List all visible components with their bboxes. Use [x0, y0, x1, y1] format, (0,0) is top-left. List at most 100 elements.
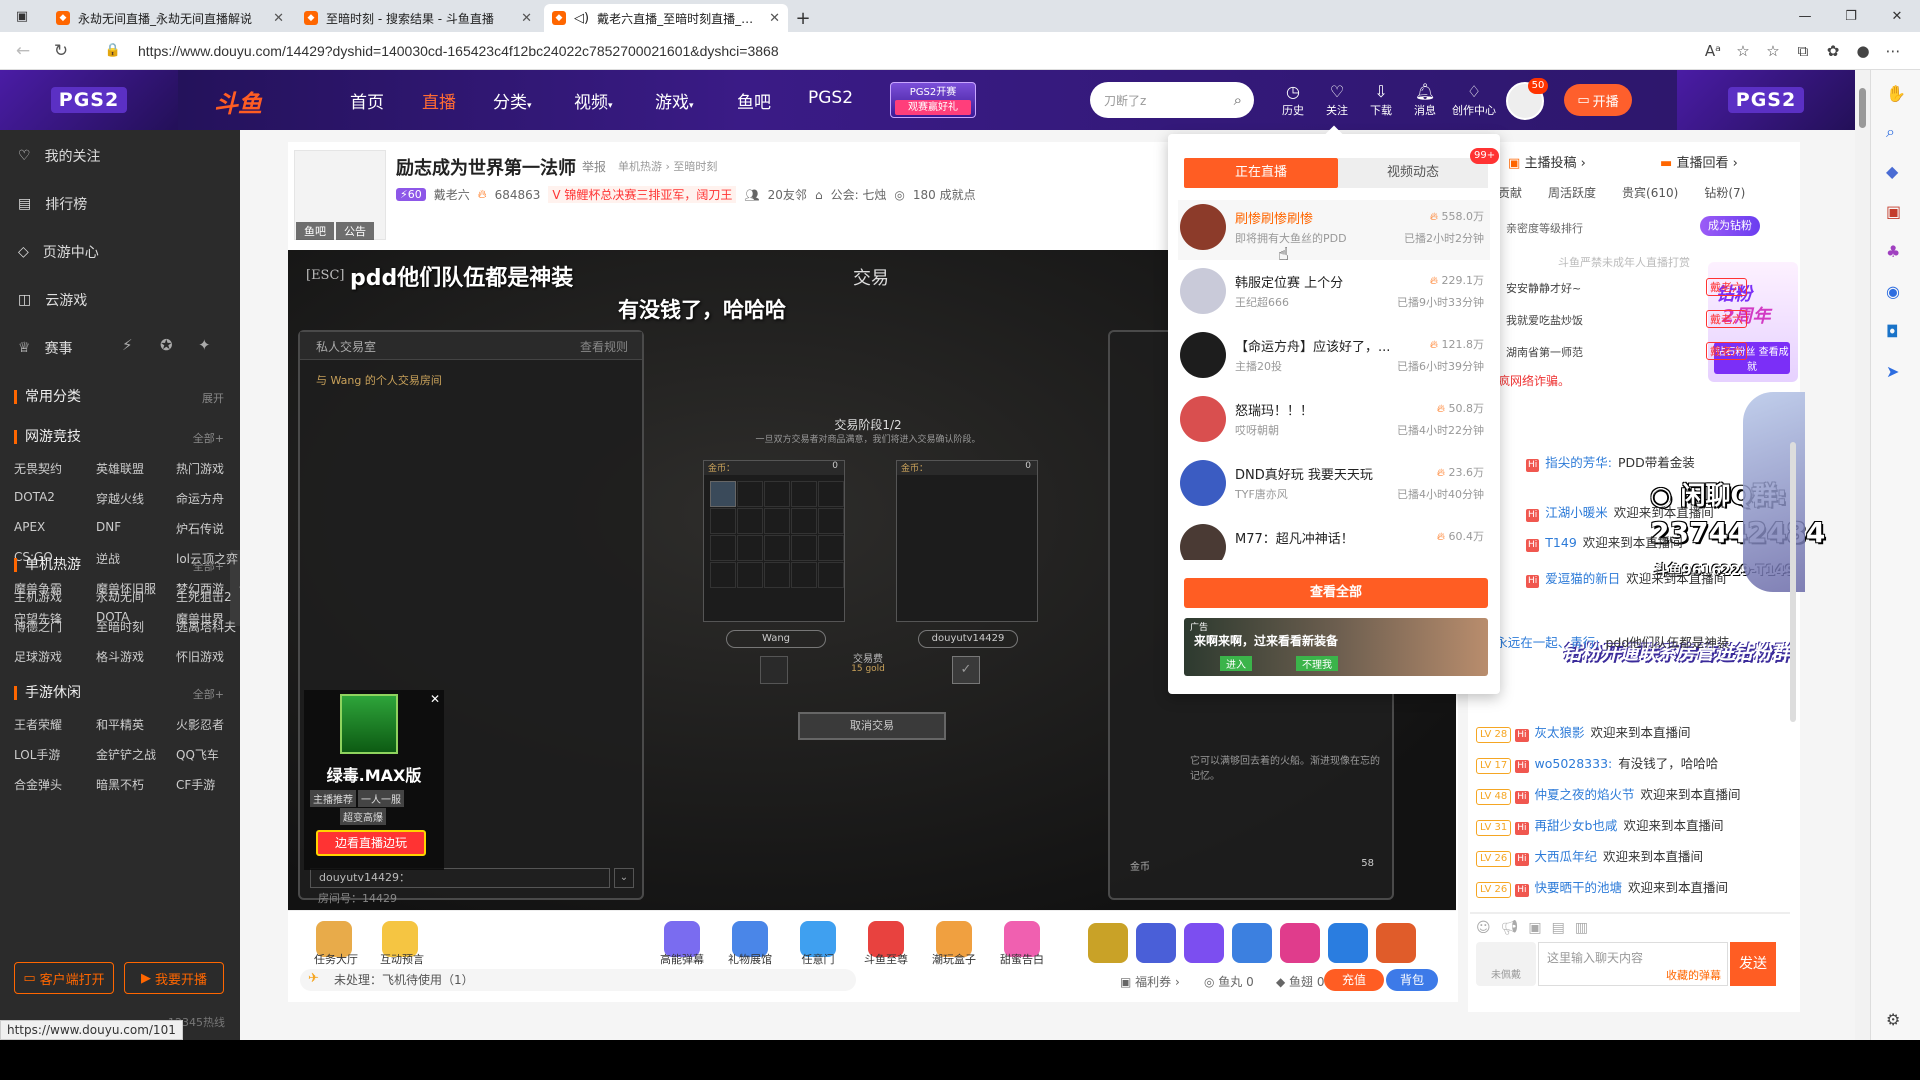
view-all-button[interactable]: 查看全部 — [1184, 578, 1488, 608]
pending-gift-notice[interactable]: 未处理：飞机待使用（1） — [300, 969, 856, 991]
search-input[interactable]: 刀断了z ⌕ — [1090, 82, 1254, 118]
welfare-link[interactable]: ▣ 福利券 › — [1120, 973, 1180, 990]
sidebar-category-link[interactable]: 永劫无间 — [96, 588, 144, 605]
page-scrollbar[interactable] — [1855, 70, 1870, 1040]
sidebar-group-more-link[interactable]: 全部+ — [193, 686, 224, 702]
following-live-item[interactable]: 韩服定位赛 上个分 王纪超666 🔥︎ 229.1万 已播9小时33分钟 — [1178, 264, 1490, 324]
pgs-banner-right[interactable]: PGS2 — [1677, 70, 1855, 130]
tab-diamond[interactable]: 钻粉(7) — [1704, 184, 1745, 201]
tab-actions-icon[interactable]: ▣ — [0, 0, 44, 32]
more-menu-icon[interactable]: ⋯ — [1878, 36, 1908, 66]
not-wearing-badge[interactable]: 未佩戴 — [1476, 942, 1536, 986]
sidebar-category-link[interactable]: 逃离塔科夫 — [176, 618, 236, 635]
nav-live[interactable]: 直播 — [422, 88, 456, 113]
sidebar-group-more-link[interactable]: 全部+ — [193, 430, 224, 446]
edge-copilot-icon[interactable]: ◉ — [1886, 282, 1900, 301]
chat-scrollbar[interactable] — [1790, 442, 1796, 722]
friends-count[interactable]: 20友邻 — [768, 186, 807, 203]
crumb-game[interactable]: 至暗时刻 — [673, 160, 717, 173]
chat-username[interactable]: 灰太狼影 — [1535, 725, 1585, 740]
edge-games-icon[interactable]: ♣ — [1886, 242, 1900, 261]
sidebar-category-link[interactable]: 无畏契约 — [14, 460, 62, 477]
left-confirm-checkbox[interactable] — [760, 656, 788, 684]
become-diamond-button[interactable]: 成为钻粉 — [1700, 216, 1760, 236]
download-button[interactable]: ⇩ 下载 — [1362, 82, 1400, 118]
sidebar-category-link[interactable]: 暗黑不朽 — [96, 776, 144, 793]
chat-username[interactable]: 仲夏之夜的焰火节 — [1535, 787, 1635, 802]
favorite-star-icon[interactable]: ☆ — [1728, 36, 1758, 66]
nav-video[interactable]: 视频▾ — [574, 88, 613, 113]
ad-enter-button[interactable]: 进入 — [1220, 656, 1252, 671]
following-live-item[interactable]: 【命运方舟】应该好了，... 主播20投 🔥︎ 121.8万 已播6小时39分钟 — [1178, 328, 1490, 388]
following-live-item[interactable]: 刷惨刷惨刷惨 即将拥有大鱼丝的PDD 🔥︎ 558.0万 已播2小时2分钟 — [1178, 200, 1490, 260]
gift-icon[interactable]: ▥ — [1575, 920, 1588, 936]
edge-settings-icon[interactable]: ⚙ — [1886, 1010, 1900, 1029]
sidebar-category-link[interactable]: 英雄联盟 — [96, 460, 144, 477]
sidebar-category-link[interactable]: 格斗游戏 — [96, 648, 144, 665]
following-live-item[interactable]: 怒瑞玛！！！ 哎呀朝朝 🔥︎ 50.8万 已播4小时22分钟 — [1178, 392, 1490, 452]
sidebar-item-cloudgame[interactable]: ◫ 云游戏 — [18, 290, 87, 310]
sidebar-item-follow[interactable]: ♡ 我的关注 — [18, 146, 101, 166]
close-icon[interactable]: ✕ — [430, 692, 440, 706]
tab-yuba[interactable]: 鱼吧 — [296, 222, 334, 240]
sidebar-item-events[interactable]: ♕ 赛事 — [18, 338, 73, 358]
restore-icon[interactable]: ❐ — [1828, 9, 1874, 24]
close-tab-icon[interactable]: ✕ — [521, 11, 532, 26]
chevron-down-icon[interactable]: ⌄ — [614, 868, 634, 888]
medal-badge[interactable]: V 锦鲤杯总决赛三排亚军，阔刀王 — [548, 186, 737, 203]
profile-icon[interactable]: ● — [1848, 36, 1878, 66]
sidebar-item-webgame[interactable]: ◇ 页游中心 — [18, 242, 99, 262]
ad-play-button[interactable]: 边看直播边玩 — [316, 830, 426, 856]
event-logo-icon[interactable]: ✦ — [198, 336, 226, 358]
gift-item-icon[interactable] — [1280, 923, 1320, 963]
favorites-icon[interactable]: ☆ — [1758, 36, 1788, 66]
achievement-points[interactable]: 180 成就点 — [913, 186, 976, 203]
event-logo-icon[interactable]: ✪ — [160, 336, 188, 358]
sidebar-category-link[interactable]: 足球游戏 — [14, 648, 62, 665]
emoji-icon[interactable]: ☺ — [1476, 920, 1491, 936]
edge-outlook-icon[interactable]: ◘ — [1886, 322, 1899, 341]
left-trade-grid[interactable]: 金币： 0 — [703, 460, 845, 622]
close-tab-icon[interactable]: ✕ — [769, 11, 780, 26]
nav-games[interactable]: 游戏▾ — [655, 88, 694, 113]
ad-ignore-button[interactable]: 不理我 — [1296, 656, 1338, 671]
chat-username[interactable]: 指尖的芳华: — [1545, 455, 1612, 470]
edge-briefcase-icon[interactable]: ▣ — [1886, 202, 1901, 221]
horn-icon[interactable]: 📢︎ — [1501, 920, 1519, 936]
sidebar-category-link[interactable]: 怀旧游戏 — [176, 648, 224, 665]
sidebar-category-link[interactable]: 金铲铲之战 — [96, 746, 156, 763]
chat-username[interactable]: 快要晒干的池塘 — [1535, 880, 1623, 895]
speaker-icon[interactable]: ◁) — [574, 11, 589, 26]
right-trade-grid[interactable]: 金币： 0 — [896, 460, 1038, 622]
tab-weekly[interactable]: 周活跃度 — [1548, 184, 1596, 201]
gift-item-icon[interactable] — [1328, 923, 1368, 963]
follow-button[interactable]: ♡ 关注 — [1318, 82, 1356, 118]
expand-link[interactable]: 展开 — [202, 390, 224, 406]
sidebar-category-link[interactable]: QQ飞车 — [176, 746, 219, 763]
sidebar-category-link[interactable]: 生死狙击2 — [176, 588, 232, 605]
read-aloud-icon[interactable]: Aᵃ — [1698, 36, 1728, 66]
sidebar-category-link[interactable]: APEX — [14, 520, 45, 534]
rank-user-name[interactable]: 湖南省第一师范 — [1506, 344, 1583, 360]
start-live-button[interactable]: ▶ 我要开播 — [124, 962, 224, 994]
gift-item-icon[interactable] — [1376, 923, 1416, 963]
chat-username[interactable]: wo5028333: — [1535, 756, 1613, 771]
tab-notice[interactable]: 公告 — [336, 222, 374, 240]
nav-yuba[interactable]: 鱼吧 — [737, 88, 771, 113]
sidebar-category-link[interactable]: LOL手游 — [14, 746, 60, 763]
guild-name[interactable]: 公会: 七烛 — [831, 186, 887, 203]
sidebar-category-link[interactable]: 炉石传说 — [176, 520, 224, 537]
backpack-button[interactable]: 背包 — [1386, 969, 1438, 991]
right-confirm-checkbox[interactable]: ✓ — [952, 656, 980, 684]
scrollbar-thumb[interactable] — [1859, 88, 1866, 128]
sidebar-category-link[interactable]: CF手游 — [176, 776, 215, 793]
site-info-icon[interactable]: 🔒 — [98, 36, 128, 66]
edge-tag-icon[interactable]: ◆ — [1886, 162, 1898, 181]
nav-home[interactable]: 首页 — [350, 88, 384, 113]
send-button[interactable]: 发送 — [1730, 942, 1776, 986]
close-tab-icon[interactable]: ✕ — [273, 11, 284, 26]
chat-username[interactable]: T149 — [1545, 535, 1577, 550]
saved-danmaku-link[interactable]: 收藏的弹幕 — [1666, 967, 1721, 983]
sidebar-category-link[interactable]: DNF — [96, 520, 121, 534]
following-live-item[interactable]: DND真好玩 我要天天玩 TYF唐亦风 🔥︎ 23.6万 已播4小时40分钟 — [1178, 456, 1490, 516]
